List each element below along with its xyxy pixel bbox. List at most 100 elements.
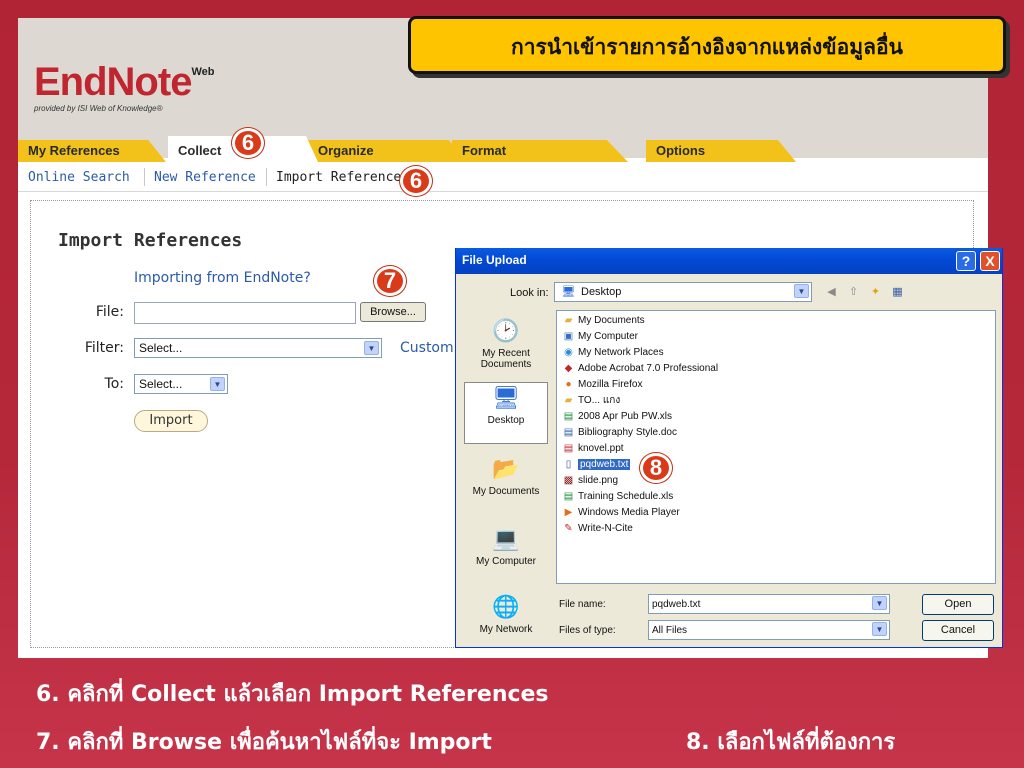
png-icon: ▩ <box>563 475 574 486</box>
place-label: My Network <box>479 624 533 635</box>
file-item[interactable]: ▤ knovel.ppt <box>561 441 624 456</box>
file-item-selected[interactable]: ▯ pqdweb.txt <box>561 457 631 472</box>
file-name: knovel.ppt <box>578 443 624 454</box>
subnav-divider <box>144 168 145 186</box>
media-player-icon: ▶ <box>564 507 573 518</box>
import-heading: Import References <box>58 230 243 251</box>
subnav-online-search[interactable]: Online Search <box>28 170 130 185</box>
file-name: Mozilla Firefox <box>578 379 643 390</box>
step-badge-browse: 7 <box>374 266 406 296</box>
file-item[interactable]: ● Mozilla Firefox <box>561 377 642 392</box>
step-badge-select-file: 8 <box>640 453 672 483</box>
place-my-recent-documents[interactable]: 🕑 My Recent Documents <box>464 316 548 370</box>
instruction-step-7: 7. คลิกที่ Browse เพื่อค้นหาไฟล์ที่จะ Im… <box>36 730 492 755</box>
sub-navigation: Online Search New Reference Import Refer… <box>18 162 988 192</box>
file-item[interactable]: ▰ My Documents <box>561 313 645 328</box>
instruction-step-8: 8. เลือกไฟล์ที่ต้องการ <box>686 730 896 755</box>
word-icon: ▤ <box>563 427 574 438</box>
network-icon: ◉ <box>564 347 573 358</box>
computer-icon: ▣ <box>563 331 574 342</box>
files-of-type-value: All Files <box>652 625 688 636</box>
folder-icon: 📂 <box>492 456 520 481</box>
places-bar: 🕑 My Recent Documents 🖥 Desktop 📂 My Doc… <box>464 310 550 640</box>
chevron-down-icon: ▼ <box>872 622 887 636</box>
open-button[interactable]: Open <box>922 594 994 615</box>
to-select-value: Select... <box>139 377 183 391</box>
file-name: Adobe Acrobat 7.0 Professional <box>578 363 719 374</box>
file-item[interactable]: ▰ TO... แกง <box>561 393 621 408</box>
subnav-new-reference[interactable]: New Reference <box>154 170 256 185</box>
excel-icon: ▤ <box>563 491 574 502</box>
file-name: My Documents <box>578 315 645 326</box>
look-in-select[interactable]: 🖥 Desktop ▼ <box>554 282 812 302</box>
chevron-down-icon: ▼ <box>210 377 225 391</box>
to-select[interactable]: Select... ▼ <box>134 374 228 394</box>
file-name: Write-N-Cite <box>578 523 633 534</box>
to-label: To: <box>104 376 124 392</box>
tab-my-references[interactable]: My References <box>18 140 166 162</box>
folder-icon: ▰ <box>564 315 573 326</box>
subnav-divider <box>266 168 267 186</box>
place-desktop[interactable]: 🖥 Desktop <box>464 382 548 444</box>
place-label: My Documents <box>472 486 540 497</box>
browse-button[interactable]: Browse... <box>360 302 426 322</box>
folder-icon: ▰ <box>564 395 573 406</box>
tab-organize[interactable]: Organize <box>308 140 468 162</box>
file-name: TO... แกง <box>578 395 621 406</box>
logo-text: EndNote <box>34 60 192 104</box>
close-button[interactable]: X <box>980 251 1000 271</box>
step-badge-collect: 6 <box>232 128 264 158</box>
text-file-icon: ▯ <box>565 459 572 470</box>
file-item[interactable]: ▤ 2008 Apr Pub PW.xls <box>561 409 672 424</box>
file-name: My Network Places <box>578 347 664 358</box>
up-folder-icon[interactable]: ⇧ <box>846 284 861 299</box>
dialog-titlebar: File Upload ? X <box>456 248 1002 274</box>
files-of-type-label: Files of type: <box>559 625 616 636</box>
instruction-step-6: 6. คลิกที่ Collect แล้วเลือก Import Refe… <box>36 682 549 707</box>
tab-options[interactable]: Options <box>646 140 796 162</box>
look-in-label: Look in: <box>510 287 549 299</box>
filter-select[interactable]: Select... ▼ <box>134 338 382 358</box>
file-name-input[interactable]: pqdweb.txt ▼ <box>648 594 890 614</box>
file-name-value: pqdweb.txt <box>652 599 701 610</box>
import-button[interactable]: Import <box>134 410 208 432</box>
new-folder-icon[interactable]: ✦ <box>868 284 883 299</box>
view-menu-icon[interactable]: ▦ <box>890 284 905 299</box>
file-item[interactable]: ▩ slide.png <box>561 473 618 488</box>
importing-from-endnote-link[interactable]: Importing from EndNote? <box>134 270 311 286</box>
acrobat-icon: ◆ <box>564 363 573 374</box>
file-name: 2008 Apr Pub PW.xls <box>578 411 672 422</box>
help-button[interactable]: ? <box>956 251 976 271</box>
dialog-title: File Upload <box>462 253 527 267</box>
place-my-network[interactable]: 🌐 My Network <box>464 592 548 635</box>
file-path-input[interactable] <box>134 302 356 324</box>
file-name: Bibliography Style.doc <box>578 427 677 438</box>
desktop-icon: 🖥 <box>492 385 520 410</box>
file-label: File: <box>95 304 124 320</box>
powerpoint-icon: ▤ <box>563 443 574 454</box>
network-icon: 🌐 <box>492 594 520 619</box>
filter-label: Filter: <box>84 340 124 356</box>
file-item[interactable]: ▶ Windows Media Player <box>561 505 680 520</box>
cancel-button[interactable]: Cancel <box>922 620 994 641</box>
back-icon[interactable]: ◀ <box>824 284 839 299</box>
file-name: pqdweb.txt <box>578 459 631 470</box>
file-name: Windows Media Player <box>578 507 680 518</box>
chevron-down-icon: ▼ <box>364 341 379 355</box>
firefox-icon: ● <box>565 379 572 390</box>
tab-format[interactable]: Format <box>452 140 628 162</box>
file-item[interactable]: ▤ Bibliography Style.doc <box>561 425 677 440</box>
files-of-type-select[interactable]: All Files ▼ <box>648 620 890 640</box>
file-item[interactable]: ▤ Training Schedule.xls <box>561 489 673 504</box>
subnav-import-references[interactable]: Import References <box>276 170 409 185</box>
place-my-computer[interactable]: 💻 My Computer <box>464 524 548 567</box>
file-item[interactable]: ◆ Adobe Acrobat 7.0 Professional <box>561 361 718 376</box>
place-my-documents[interactable]: 📂 My Documents <box>464 454 548 497</box>
title-banner: การนำเข้ารายการอ้างอิงจากแหล่งข้อมูลอื่น <box>408 16 1006 74</box>
file-item[interactable]: ▣ My Computer <box>561 329 638 344</box>
file-item[interactable]: ◉ My Network Places <box>561 345 664 360</box>
file-upload-dialog: File Upload ? X Look in: 🖥 Desktop ▼ ◀ ⇧… <box>455 248 1003 648</box>
customize-link[interactable]: Custom <box>400 340 454 356</box>
file-item[interactable]: ✎ Write-N-Cite <box>561 521 633 536</box>
recent-documents-icon: 🕑 <box>492 318 520 343</box>
